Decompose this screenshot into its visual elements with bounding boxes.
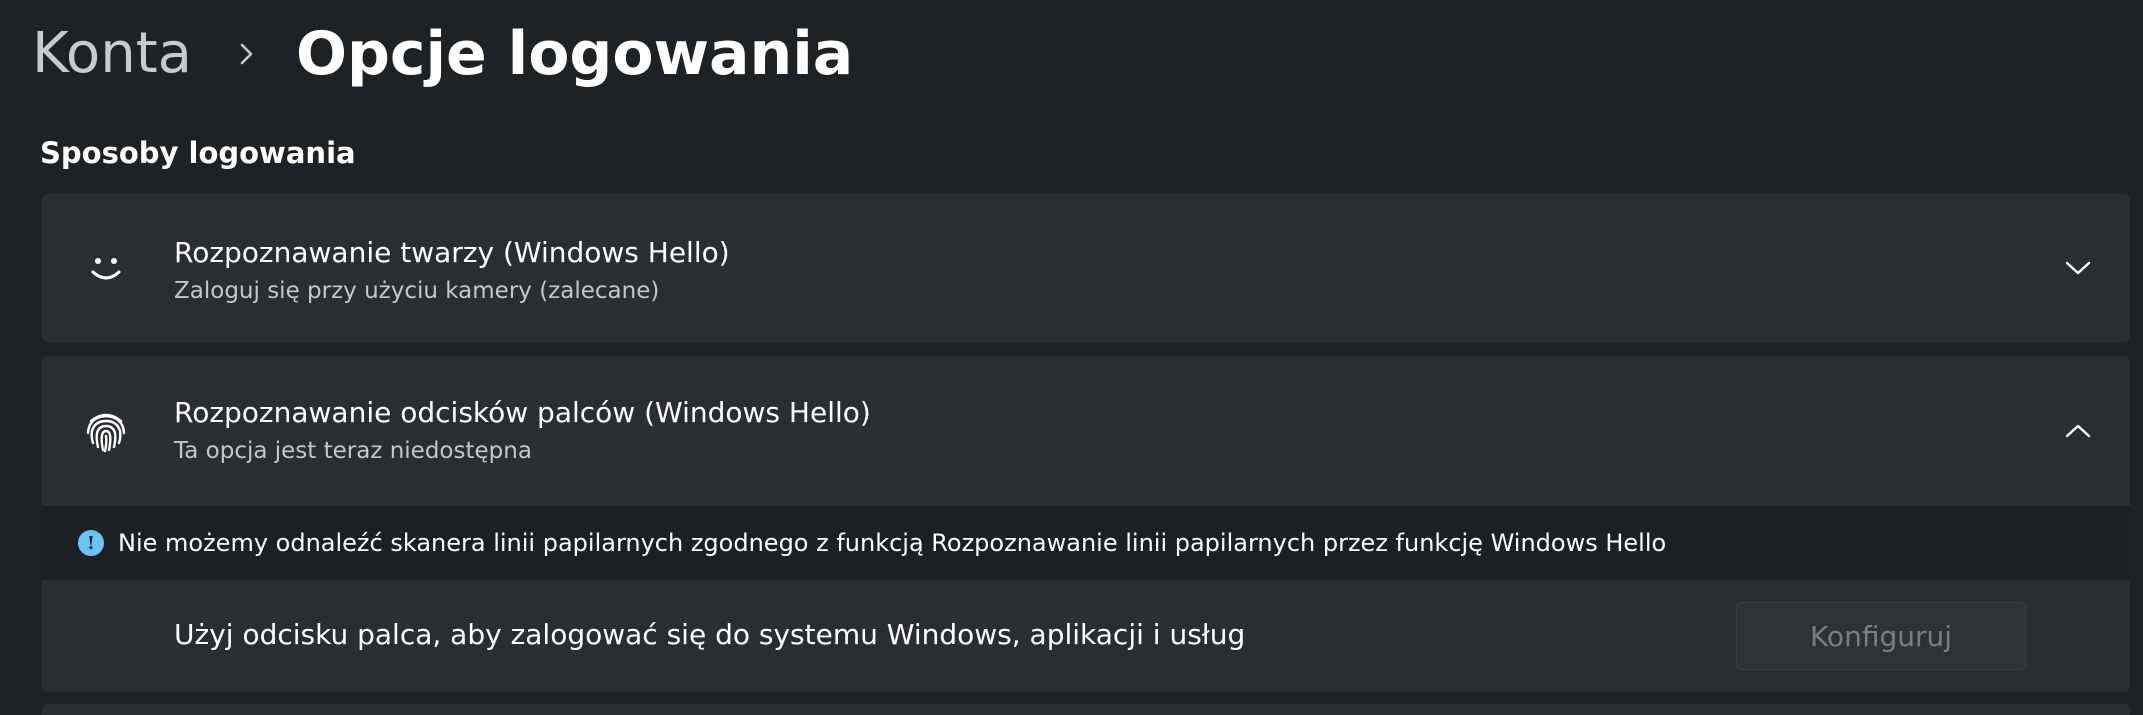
section-title: Sposoby logowania	[40, 136, 356, 170]
fingerprint-card-header[interactable]: Rozpoznawanie odcisków palców (Windows H…	[42, 356, 2130, 506]
setup-description: Użyj odcisku palca, aby zalogować się do…	[174, 618, 1246, 651]
smiley-face-icon	[80, 242, 132, 294]
breadcrumb-parent-link[interactable]: Konta	[32, 26, 192, 82]
face-recognition-subtitle: Zaloguj się przy użyciu kamery (zalecane…	[174, 278, 660, 304]
info-message: Nie możemy odnaleźć skanera linii papila…	[118, 529, 1667, 557]
breadcrumb: Konta Opcje logowania	[32, 14, 853, 94]
next-card	[42, 704, 2130, 715]
fingerprint-setup-row: Użyj odcisku palca, aby zalogować się do…	[42, 580, 2130, 692]
fingerprint-info-bar: ! Nie możemy odnaleźć skanera linii papi…	[42, 506, 2130, 580]
fingerprint-icon	[80, 406, 132, 458]
face-recognition-card[interactable]: Rozpoznawanie twarzy (Windows Hello) Zal…	[42, 194, 2130, 342]
page-title: Opcje logowania	[295, 19, 854, 89]
chevron-down-icon[interactable]	[2056, 246, 2100, 290]
info-icon: !	[78, 530, 104, 556]
face-recognition-title: Rozpoznawanie twarzy (Windows Hello)	[174, 236, 730, 269]
fingerprint-subtitle: Ta opcja jest teraz niedostępna	[174, 438, 532, 464]
chevron-right-icon	[232, 39, 262, 69]
chevron-up-icon[interactable]	[2056, 409, 2100, 453]
configure-button[interactable]: Konfiguruj	[1736, 602, 2026, 670]
fingerprint-title: Rozpoznawanie odcisków palców (Windows H…	[174, 396, 871, 429]
settings-page: Konta Opcje logowania Sposoby logowania …	[0, 0, 2143, 715]
